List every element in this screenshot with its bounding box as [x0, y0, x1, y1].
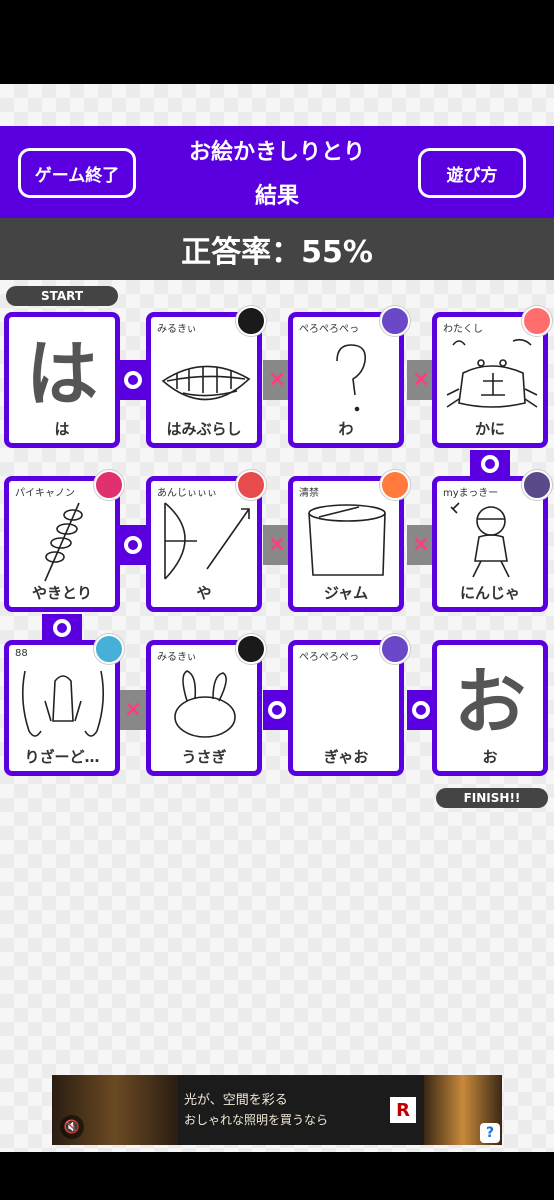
- ad-headline: 光が、空間を彩る: [184, 1093, 288, 1108]
- correct-circle-icon: [53, 619, 71, 637]
- wrong-cross-icon: ×: [411, 367, 431, 392]
- card-answer: わ: [338, 420, 354, 438]
- wrong-cross-icon: ×: [267, 367, 287, 392]
- accuracy-text: 正答率：55%: [181, 235, 373, 270]
- connector-3-4: ×: [407, 360, 435, 400]
- connector-6-7: ×: [263, 525, 291, 565]
- page-subtitle: 結果: [254, 184, 299, 209]
- lizard-drawing: [21, 670, 105, 737]
- card-answer: うさぎ: [181, 748, 227, 766]
- purple-cat-avatar-icon: [380, 634, 410, 664]
- finish-letter: お: [453, 660, 526, 744]
- end-game-button[interactable]: ゲーム終了: [18, 148, 136, 198]
- card-answer: ジャム: [323, 584, 369, 602]
- wrong-cross-icon: ×: [123, 697, 143, 722]
- card-answer: ぎゃお: [323, 748, 369, 766]
- ad-info-icon[interactable]: ?: [480, 1123, 500, 1143]
- bat-avatar-icon: [522, 470, 552, 500]
- card-author: ぺろぺろぺっ: [299, 652, 359, 663]
- connector-7-8: [119, 525, 147, 565]
- accuracy-bar: 正答率：55%: [0, 218, 554, 280]
- crab-drawing: [446, 338, 538, 408]
- connector-10-11: [263, 690, 291, 730]
- card-answer: は: [54, 420, 70, 438]
- how-to-play-button[interactable]: 遊び方: [418, 148, 526, 198]
- skull-avatar-icon: [94, 470, 124, 500]
- connector-4-5: [470, 450, 510, 478]
- rabbit-drawing: [174, 670, 236, 738]
- card-answer: お: [482, 748, 498, 766]
- question-mark-drawing: [336, 344, 367, 412]
- connector-8-9: [42, 614, 82, 642]
- correct-circle-icon: [124, 371, 142, 389]
- card-author: 88: [15, 648, 28, 659]
- jam-jar-drawing: [308, 504, 386, 576]
- purple-cat-avatar-icon: [380, 306, 410, 336]
- black-cat-avatar-icon: [236, 634, 266, 664]
- connector-2-3: ×: [263, 360, 291, 400]
- ninja-drawing: [450, 502, 510, 578]
- wrong-cross-icon: ×: [267, 532, 287, 557]
- teeth-drawing: [161, 365, 251, 401]
- correct-circle-icon: [268, 701, 286, 719]
- page-title: お絵かきしりとり: [188, 140, 365, 165]
- start-label: START: [6, 286, 118, 306]
- card-answer: やきとり: [31, 584, 92, 602]
- bow-arrow-drawing: [164, 502, 250, 580]
- card-answer: や: [196, 584, 212, 602]
- nav-bar: [0, 1152, 554, 1200]
- ad-subline: おしゃれな照明を買うなら: [184, 1113, 329, 1127]
- finish-label: FINISH!!: [436, 788, 548, 808]
- red-alien-avatar-icon: [522, 306, 552, 336]
- correct-circle-icon: [412, 701, 430, 719]
- start-letter: は: [25, 332, 98, 416]
- black-cat-avatar-icon: [236, 306, 266, 336]
- yakitori-drawing: [44, 502, 83, 582]
- clown-avatar-icon: [236, 470, 266, 500]
- correct-circle-icon: [481, 455, 499, 473]
- card-answer: かに: [474, 420, 505, 438]
- header: ゲーム終了 お絵かきしりとり 結果 遊び方: [0, 126, 554, 218]
- rakuten-logo-icon: R: [390, 1097, 416, 1123]
- connector-1-2: [119, 360, 147, 400]
- card-12[interactable]: お お: [432, 640, 548, 776]
- card-1[interactable]: は は: [4, 312, 120, 448]
- wrong-cross-icon: ×: [411, 532, 431, 557]
- orange-cat-avatar-icon: [380, 470, 410, 500]
- ad-banner[interactable]: 光が、空間を彩る おしゃれな照明を買うなら R 🔇 ?: [52, 1075, 502, 1145]
- card-answer: にんじゃ: [459, 584, 520, 602]
- card-answer: りざーど…: [24, 748, 100, 766]
- connector-5-6: ×: [407, 525, 435, 565]
- mute-icon[interactable]: 🔇: [60, 1115, 84, 1139]
- correct-circle-icon: [124, 536, 142, 554]
- connector-11-12: [407, 690, 435, 730]
- status-bar: [0, 0, 554, 84]
- card-answer: はみぶらし: [166, 420, 242, 438]
- connector-9-10: ×: [119, 690, 147, 730]
- owl-avatar-icon: [94, 634, 124, 664]
